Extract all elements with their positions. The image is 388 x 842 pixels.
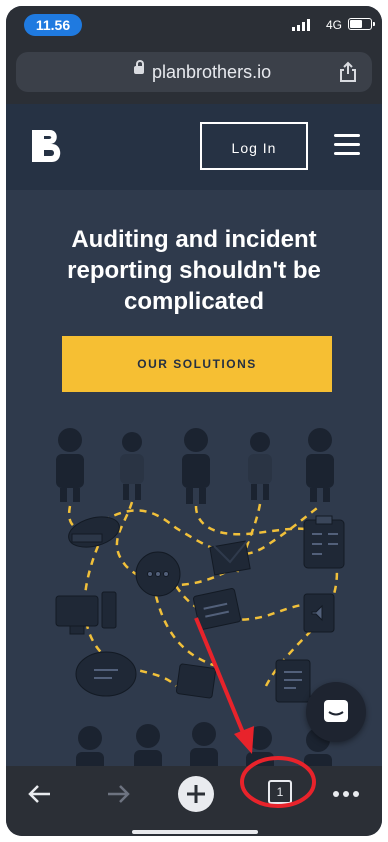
chat-widget-button[interactable] <box>306 682 366 742</box>
share-icon[interactable] <box>338 61 358 83</box>
signal-icon <box>292 19 310 31</box>
document-icon <box>275 659 311 703</box>
person-figure-8 <box>190 722 218 766</box>
chat-message-icon <box>75 651 137 697</box>
clipboard-icon <box>303 515 345 569</box>
hamburger-menu-icon[interactable] <box>334 134 360 155</box>
person-figure-7 <box>134 724 162 766</box>
status-bar: 11.56 4G <box>6 6 382 42</box>
forward-arrow-icon[interactable] <box>98 774 138 814</box>
calendar-icon <box>192 588 242 630</box>
battery-icon <box>348 18 375 30</box>
address-bar[interactable]: planbrothers.io <box>16 52 372 92</box>
tab-switcher-button[interactable]: 1 <box>268 780 292 804</box>
person-figure-1 <box>56 428 84 502</box>
email-envelope-icon <box>209 539 251 576</box>
lock-icon <box>134 60 144 74</box>
police-cap-icon <box>68 516 120 548</box>
url-text: planbrothers.io <box>152 62 272 82</box>
our-solutions-button[interactable]: OUR SOLUTIONS <box>62 336 332 392</box>
person-figure-9 <box>246 726 274 766</box>
chat-widget-icon <box>324 700 348 722</box>
planbrothers-logo[interactable] <box>28 126 68 166</box>
person-figure-4 <box>248 432 272 500</box>
person-figure-2 <box>120 432 144 500</box>
status-time: 11.56 <box>24 14 82 36</box>
site-header: Log In <box>6 104 382 190</box>
image-photo-icon <box>175 663 217 699</box>
more-options-icon[interactable] <box>326 774 366 814</box>
speech-bubble-icon <box>135 551 181 597</box>
browser-toolbar: 1 <box>6 766 382 836</box>
back-arrow-icon[interactable] <box>20 774 60 814</box>
person-figure-3 <box>182 428 210 504</box>
audio-file-icon <box>303 593 335 633</box>
browser-address-area: planbrothers.io <box>6 42 382 104</box>
new-tab-plus-icon[interactable] <box>176 774 216 814</box>
login-button[interactable]: Log In <box>200 122 308 170</box>
hero-title: Auditing and incident reporting shouldn'… <box>67 226 321 315</box>
person-figure-6 <box>76 726 104 766</box>
computer-monitor-icon <box>55 591 117 635</box>
home-indicator <box>132 830 258 834</box>
network-type: 4G <box>325 18 342 32</box>
phone-screen: 11.56 4G planbrothers.io Log In Auditing… <box>6 6 382 836</box>
person-figure-5 <box>306 428 334 502</box>
